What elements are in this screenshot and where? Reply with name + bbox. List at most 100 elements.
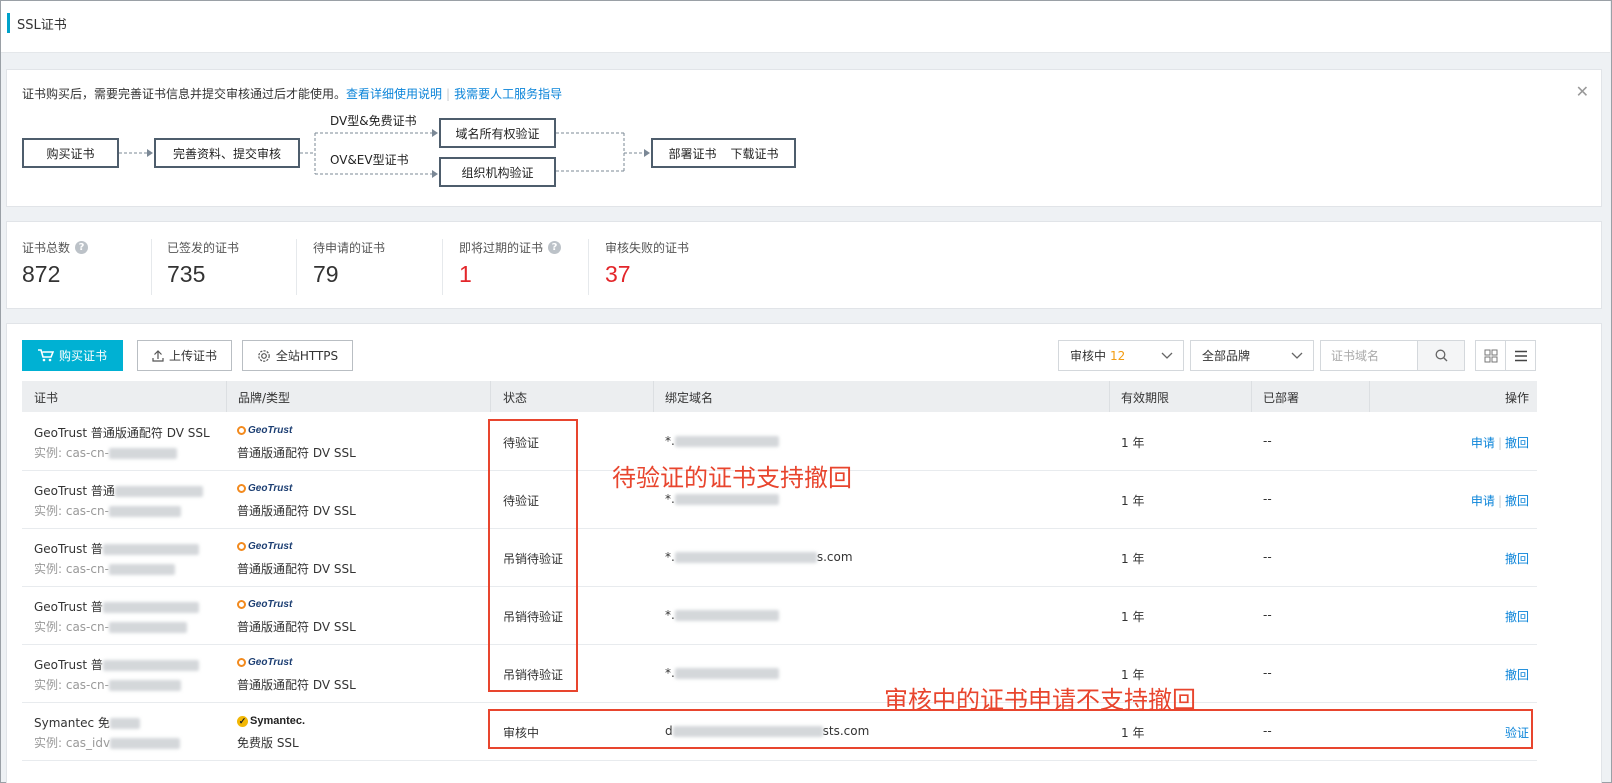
bound-domain: *. s.com — [665, 550, 853, 564]
gear-icon — [258, 349, 270, 362]
column-header-brand: 品牌/类型 — [238, 391, 291, 405]
deployed-status: -- — [1263, 666, 1272, 680]
page-header: SSL证书 — [1, 1, 1610, 53]
https-button[interactable]: 全站HTTPS — [242, 340, 353, 371]
geotrust-logo-icon — [237, 426, 246, 435]
withdraw-link[interactable]: 撤回 — [1505, 668, 1529, 682]
bound-domain: *. — [665, 434, 779, 448]
annotation-text-reviewing: 审核中的证书申请不支持撤回 — [884, 686, 1196, 714]
certificate-instance: 实例: cas-cn- — [34, 444, 177, 461]
brand-logo: GeoTrust — [237, 483, 292, 494]
stat-label: 已签发的证书 — [167, 241, 240, 255]
brand-filter-select[interactable]: 全部品牌 — [1190, 340, 1314, 371]
certificate-type: 普通版通配符 DV SSL — [237, 562, 356, 576]
stat-failed[interactable]: 审核失败的证书 37 — [605, 239, 735, 295]
brand-logo: GeoTrust — [237, 599, 292, 610]
buy-button-label: 购买证书 — [58, 349, 107, 363]
certificate-type: 普通版通配符 DV SSL — [237, 504, 356, 518]
geotrust-logo-icon — [237, 542, 246, 551]
deployed-status: -- — [1263, 608, 1272, 622]
validity-period: 1 年 — [1121, 494, 1145, 508]
title-accent-bar — [7, 13, 10, 33]
grid-view-button[interactable] — [1475, 340, 1506, 371]
search-button[interactable] — [1417, 341, 1464, 370]
flow-step-domain-verify: 域名所有权验证 — [439, 118, 556, 148]
row-actions: 撤回 — [1505, 550, 1529, 567]
bound-domain: d sts.com — [665, 724, 870, 738]
geotrust-logo-icon — [237, 484, 246, 493]
upload-certificate-button[interactable]: 上传证书 — [137, 340, 232, 371]
table-header: 证书 品牌/类型 状态 绑定域名 有效期限 已部署 操作 — [22, 381, 1537, 412]
stat-issued[interactable]: 已签发的证书 735 — [167, 239, 297, 295]
brand-logo: GeoTrust — [237, 425, 292, 436]
flow-download-label: 下载证书 — [730, 146, 779, 161]
certificate-name: GeoTrust 普 — [34, 598, 199, 615]
flow-step-submit: 完善资料、提交审核 — [154, 138, 300, 168]
withdraw-link[interactable]: 撤回 — [1505, 436, 1529, 450]
column-divider — [653, 381, 654, 412]
certificate-type: 免费版 SSL — [237, 736, 299, 750]
notice-panel: 证书购买后，需要完善证书信息并提交审核通过后才能使用。查看详细使用说明 | 我需要人… — [6, 69, 1602, 207]
table-row: Symantec 免 实例: cas_idv ✓ Symantec. 免费版 SS… — [22, 703, 1537, 761]
domain-search-input[interactable] — [1321, 341, 1417, 370]
stat-pending[interactable]: 待申请的证书 79 — [313, 239, 443, 295]
row-actions: 申请 | 撤回 — [1470, 436, 1529, 450]
upload-button-label: 上传证书 — [168, 349, 217, 363]
withdraw-link[interactable]: 撤回 — [1505, 494, 1529, 508]
grid-icon — [1484, 349, 1497, 362]
stat-label: 审核失败的证书 — [605, 241, 690, 255]
certificate-list-panel: 购买证书 上传证书 全站HTTPS 审核中12 全部品牌 证书 品牌/类型 状态… — [6, 323, 1602, 783]
domain-search — [1320, 340, 1465, 371]
status-label: 吊销待验证 — [503, 610, 564, 624]
table-row: GeoTrust 普 实例: cas-cn- GeoTrust 普通版通配符 D… — [22, 529, 1537, 587]
apply-link[interactable]: 申请 — [1471, 494, 1495, 508]
stats-panel: 证书总数? 872 已签发的证书 735 待申请的证书 79 即将过期的证书? … — [6, 221, 1602, 309]
bound-domain: *. — [665, 492, 779, 506]
search-icon — [1435, 349, 1447, 362]
chevron-down-icon — [1291, 352, 1303, 359]
column-header-status: 状态 — [503, 391, 528, 405]
status-filter-count: 12 — [1110, 348, 1126, 363]
geotrust-logo-icon — [237, 658, 246, 667]
flow-step-deploy: 部署证书 下载证书 — [651, 138, 796, 168]
flow-branch-ovev: OV&EV型证书 — [330, 153, 409, 167]
stat-value: 872 — [22, 261, 61, 287]
brand-logo: ✓ Symantec. — [237, 715, 306, 727]
help-icon[interactable]: ? — [75, 241, 89, 254]
column-divider — [1251, 381, 1252, 412]
withdraw-link[interactable]: 撤回 — [1505, 552, 1529, 566]
help-icon[interactable]: ? — [548, 241, 562, 254]
row-actions: 申请 | 撤回 — [1470, 494, 1529, 508]
stat-value: 79 — [313, 261, 339, 287]
certificate-name: GeoTrust 普 — [34, 656, 199, 673]
flow-deploy-label: 部署证书 — [668, 146, 717, 161]
stat-label: 即将过期的证书 — [459, 241, 544, 255]
deployed-status: -- — [1263, 550, 1272, 564]
stat-expiring[interactable]: 即将过期的证书? 1 — [459, 239, 589, 295]
deployed-status: -- — [1263, 434, 1272, 448]
status-label: 吊销待验证 — [503, 552, 564, 566]
upload-icon — [152, 349, 164, 362]
table-row: GeoTrust 普 实例: cas-cn- GeoTrust 普通版通配符 D… — [22, 645, 1537, 703]
column-header-validity: 有效期限 — [1121, 391, 1170, 405]
status-label: 吊销待验证 — [503, 668, 564, 682]
certificate-name: Symantec 免 — [34, 714, 140, 731]
brand-logo: GeoTrust — [237, 541, 292, 552]
list-view-button[interactable] — [1505, 340, 1536, 371]
certificate-instance: 实例: cas-cn- — [34, 618, 187, 635]
apply-link[interactable]: 申请 — [1471, 436, 1495, 450]
page-title: SSL证书 — [17, 18, 67, 33]
certificate-name: GeoTrust 普通版通配符 DV SSL — [34, 426, 210, 440]
row-actions: 撤回 — [1505, 608, 1529, 625]
row-actions: 撤回 — [1505, 666, 1529, 683]
verify-link[interactable]: 验证 — [1505, 726, 1529, 740]
certificate-type: 普通版通配符 DV SSL — [237, 446, 356, 460]
stat-label: 证书总数 — [22, 241, 71, 255]
withdraw-link[interactable]: 撤回 — [1505, 610, 1529, 624]
status-filter-select[interactable]: 审核中 12 — [1058, 340, 1184, 371]
column-header-deployed: 已部署 — [1263, 391, 1300, 405]
certificate-instance: 实例: cas-cn- — [34, 676, 181, 693]
status-filter-value: 审核中 — [1070, 349, 1107, 363]
buy-certificate-button[interactable]: 购买证书 — [22, 340, 123, 371]
column-divider — [490, 381, 491, 412]
